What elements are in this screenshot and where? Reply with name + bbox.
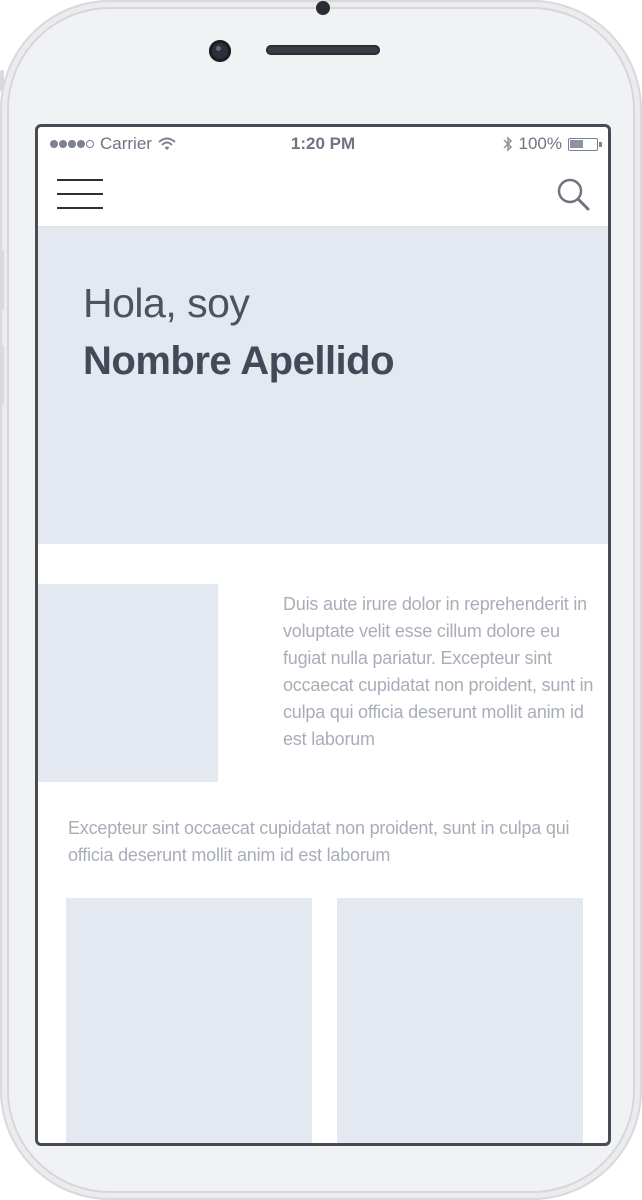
phone-screen: Carrier 1:20 PM 100% Hola, soy Nombre Ap… — [35, 124, 611, 1146]
hero-greeting: Hola, soy — [83, 280, 250, 326]
proximity-sensor — [316, 1, 330, 15]
battery-icon — [568, 137, 602, 151]
card-placeholder-left[interactable] — [66, 898, 312, 1143]
volume-up-button — [0, 250, 4, 310]
bluetooth-icon — [502, 136, 512, 152]
top-navbar — [38, 161, 608, 227]
description-paragraph: Excepteur sint occaecat cupidatat non pr… — [68, 818, 570, 865]
volume-down-button — [0, 345, 4, 405]
hamburger-menu-icon[interactable] — [57, 179, 103, 211]
card-placeholder-right[interactable] — [337, 898, 583, 1143]
intro-paragraph: Duis aute irure dolor in reprehenderit i… — [283, 594, 594, 749]
status-right: 100% — [502, 134, 602, 154]
earpiece-speaker — [266, 45, 380, 55]
front-camera — [209, 40, 231, 62]
mute-switch — [0, 70, 4, 92]
hero-banner: Hola, soy Nombre Apellido — [38, 227, 608, 544]
status-bar: Carrier 1:20 PM 100% — [38, 127, 608, 161]
battery-percent: 100% — [518, 134, 562, 153]
search-icon[interactable] — [556, 177, 590, 211]
hero-name: Nombre Apellido — [83, 339, 395, 383]
image-placeholder — [38, 584, 218, 782]
